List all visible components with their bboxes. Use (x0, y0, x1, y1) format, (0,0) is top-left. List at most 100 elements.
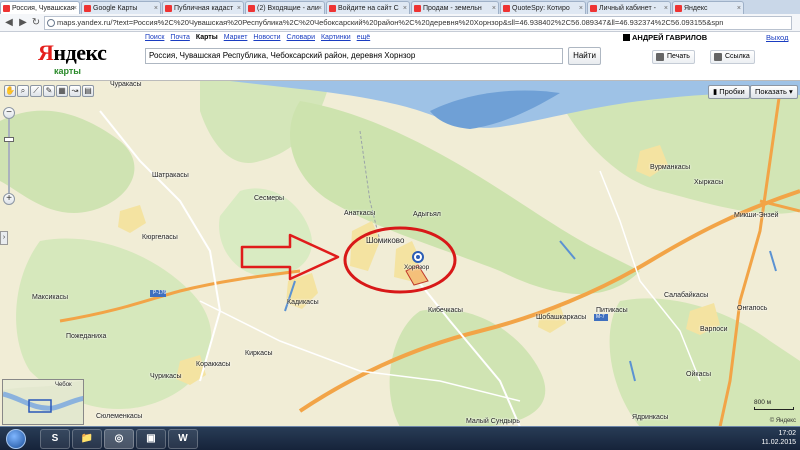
map-label: Чурикасы (150, 373, 182, 380)
search-input[interactable]: Россия, Чувашская Республика, Чебоксарск… (145, 48, 563, 64)
explorer-taskbar-icon[interactable]: 📁 (72, 429, 102, 449)
tab-label: Google Карты (93, 5, 138, 12)
map-label: Сесмеры (254, 195, 285, 202)
show-layers-dropdown[interactable]: Показать ▾ (750, 85, 798, 99)
panel-expand-arrow[interactable]: › (0, 231, 8, 245)
tab-close-icon[interactable]: × (403, 2, 407, 14)
tab-favicon-icon (3, 5, 10, 12)
link-button[interactable]: Ссылка (710, 50, 755, 64)
tab-label: Продам - земельн (423, 5, 482, 12)
map-label: Микши-Энзей (734, 212, 779, 219)
scale-bar (754, 407, 794, 410)
chrome-taskbar-icon[interactable]: ◎ (104, 429, 134, 449)
forward-arrow-icon[interactable]: ▶ (16, 16, 30, 30)
window-taskbar-icon[interactable]: ▣ (136, 429, 166, 449)
map-label: Вурманкасы (650, 164, 691, 171)
tab-label: Яндекс (684, 5, 708, 12)
scale-label: 800 м (754, 399, 772, 406)
zoom-out-button[interactable]: − (3, 107, 15, 119)
service-link[interactable]: Поиск (145, 32, 164, 44)
start-button[interactable] (6, 429, 26, 449)
zoom-in-button[interactable]: + (3, 193, 15, 205)
map-label: Чуракасы (110, 81, 142, 88)
ruler-tool-icon[interactable]: ⟋ (30, 85, 42, 97)
printer-icon (656, 53, 664, 61)
zoom-track[interactable] (8, 119, 10, 193)
logo-subtitle[interactable]: карты (54, 66, 81, 76)
service-link[interactable]: Новости (253, 32, 280, 44)
url-input[interactable]: maps.yandex.ru/?text=Россия%2C%20Чувашск… (44, 16, 792, 30)
route-tool-icon[interactable]: ↝ (69, 85, 81, 97)
tab-favicon-icon (84, 5, 91, 12)
service-link[interactable]: Карты (196, 32, 218, 44)
browser-tab[interactable]: (2) Входящие - али × (245, 1, 325, 14)
overview-minimap[interactable]: Чебок (2, 379, 84, 425)
clock-time: 17:02 (778, 430, 796, 437)
map-label: Сюлеменкасы (96, 413, 143, 420)
skype-taskbar-icon[interactable]: S (40, 429, 70, 449)
yandex-header: Яндекс карты Поиск Почта Карты Маркет Новост… (0, 32, 800, 80)
browser-tab[interactable]: Яндекс × (672, 1, 744, 14)
pencil-tool-icon[interactable]: ✎ (43, 85, 55, 97)
browser-tab[interactable]: Россия, Чувашская × (0, 1, 80, 14)
browser-tab[interactable]: Публичная кадаст × (162, 1, 244, 14)
service-link[interactable]: Почта (170, 32, 189, 44)
zoom-slider-thumb[interactable] (4, 137, 14, 142)
logout-link[interactable]: Выход (766, 32, 788, 44)
tab-close-icon[interactable]: × (73, 2, 77, 14)
browser-tab[interactable]: QuoteSpy: Котиро × (500, 1, 586, 14)
user-name[interactable]: АНДРЕЙ ГАВРИЛОВ (623, 32, 707, 44)
back-arrow-icon[interactable]: ◀ (2, 16, 16, 30)
browser-tab[interactable]: Войдите на сайт С × (326, 1, 410, 14)
service-link[interactable]: Маркет (224, 32, 248, 44)
service-link[interactable]: Картинки (321, 32, 351, 44)
tab-label: Россия, Чувашская (12, 5, 75, 12)
layers-tool-icon[interactable]: ▦ (56, 85, 68, 97)
tab-close-icon[interactable]: × (318, 2, 322, 14)
tab-favicon-icon (414, 5, 421, 12)
tab-favicon-icon (675, 5, 682, 12)
map-label: Анаткасы (344, 210, 376, 217)
map-label: Шатракасы (152, 172, 189, 179)
logo-first-letter: Я (38, 40, 54, 65)
user-icon (623, 34, 630, 41)
tab-close-icon[interactable]: × (154, 2, 158, 14)
map-copyright[interactable]: © Яндекс (770, 418, 796, 424)
yandex-logo[interactable]: Яндекс (38, 40, 107, 66)
service-link[interactable]: ещё (357, 32, 371, 44)
search-button[interactable]: Найти (568, 47, 601, 65)
tab-close-icon[interactable]: × (737, 2, 741, 14)
browser-tab[interactable]: Личный кабинет - × (587, 1, 671, 14)
hand-tool-icon[interactable]: ✋ (4, 85, 16, 97)
service-link[interactable]: Словари (287, 32, 315, 44)
magnifier-tool-icon[interactable]: ⌕ (17, 85, 29, 97)
browser-tab[interactable]: Продам - земельн × (411, 1, 499, 14)
url-text: maps.yandex.ru/?text=Россия%2C%20Чувашск… (57, 18, 724, 27)
tab-label: QuoteSpy: Котиро (512, 5, 570, 12)
print-button[interactable]: Печать (652, 50, 695, 64)
tab-label: Публичная кадаст (174, 5, 234, 12)
tab-close-icon[interactable]: × (579, 2, 583, 14)
print-label: Печать (667, 53, 690, 60)
map-label: Кораккасы (196, 361, 231, 368)
word-taskbar-icon[interactable]: W (168, 429, 198, 449)
chevron-down-icon: ▾ (786, 87, 793, 96)
system-tray-clock[interactable]: 17:02 11.02.2015 (761, 429, 796, 447)
map-label: Онгапось (737, 305, 768, 312)
tab-close-icon[interactable]: × (492, 2, 496, 14)
map-label: Варпоси (700, 326, 728, 333)
show-layers-label: Показать (755, 87, 787, 96)
map-label: Ойкасы (686, 371, 711, 378)
tab-close-icon[interactable]: × (664, 2, 668, 14)
user-name-text: АНДРЕЙ ГАВРИЛОВ (632, 33, 708, 42)
print-tool-icon[interactable]: ▤ (82, 85, 94, 97)
map-label: Ядринкасы (632, 414, 669, 421)
browser-tab[interactable]: Google Карты × (81, 1, 161, 14)
tab-close-icon[interactable]: × (237, 2, 241, 14)
map-label: Хыркасы (694, 179, 724, 186)
traffic-button[interactable]: ▮ Пробки (708, 85, 750, 99)
map-view[interactable]: Чуракасы Шатракасы Сесмеры Кюргеласы Ана… (0, 80, 800, 426)
reload-icon[interactable]: ↻ (29, 16, 43, 30)
map-label: Киркасы (245, 350, 273, 357)
windows-taskbar: S 📁 ◎ ▣ W 17:02 11.02.2015 (0, 426, 800, 450)
